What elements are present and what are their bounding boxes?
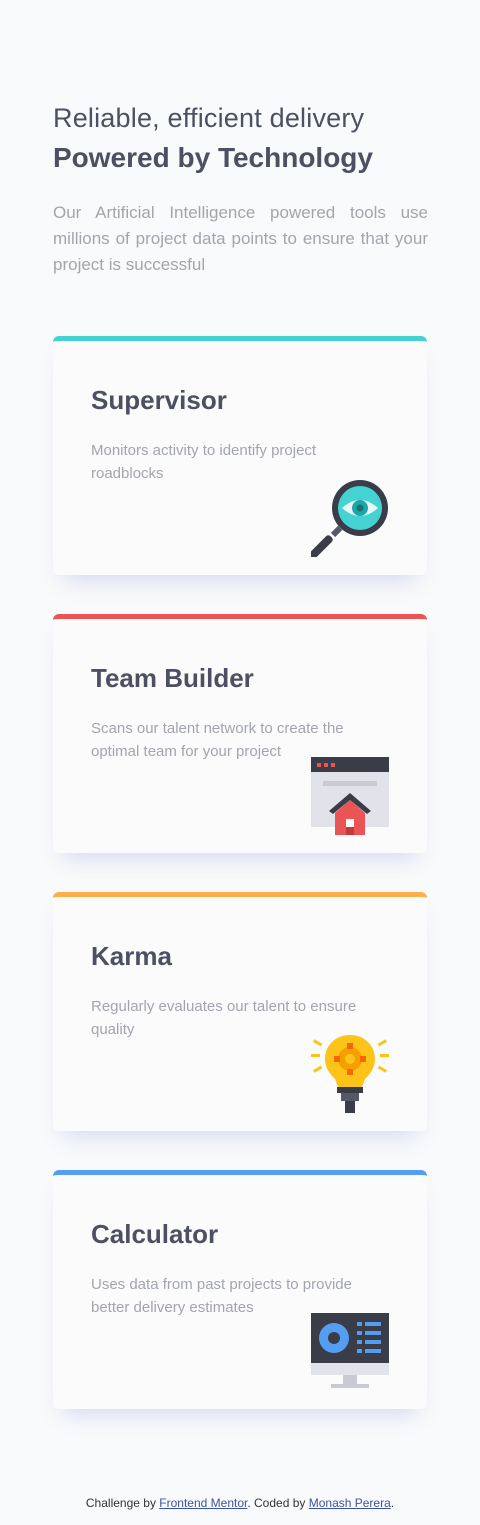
monitor-calculator-icon [311, 1313, 389, 1388]
header: Reliable, efficient delivery Powered by … [53, 100, 428, 278]
header-description: Our Artificial Intelligence powered tool… [53, 203, 428, 274]
header-title: Powered by Technology [53, 142, 373, 173]
attribution-footer: Challenge by Frontend Mentor. Coded by M… [0, 1496, 480, 1510]
magnifier-eye-icon [311, 480, 388, 557]
card-supervisor: Supervisor Monitors activity to identify… [53, 336, 427, 575]
card-karma: Karma Regularly evaluates our talent to … [53, 892, 427, 1131]
footer-middle: . Coded by [247, 1496, 309, 1510]
card-calculator: Calculator Uses data from past projects … [53, 1170, 427, 1409]
header-subtitle: Reliable, efficient delivery [53, 103, 365, 133]
author-link[interactable]: Monash Perera [309, 1496, 391, 1510]
card-title: Supervisor [91, 385, 227, 415]
card-title: Karma [91, 941, 172, 971]
page: Reliable, efficient delivery Powered by … [0, 0, 480, 1525]
card-team-builder: Team Builder Scans our talent network to… [53, 614, 427, 853]
team-builder-window-icon [311, 757, 389, 835]
lightbulb-icon [311, 1035, 389, 1113]
frontend-mentor-link[interactable]: Frontend Mentor [159, 1496, 247, 1510]
card-title: Calculator [91, 1219, 219, 1249]
footer-prefix: Challenge by [85, 1496, 160, 1510]
card-title: Team Builder [91, 663, 254, 693]
footer-suffix: . [390, 1496, 395, 1510]
